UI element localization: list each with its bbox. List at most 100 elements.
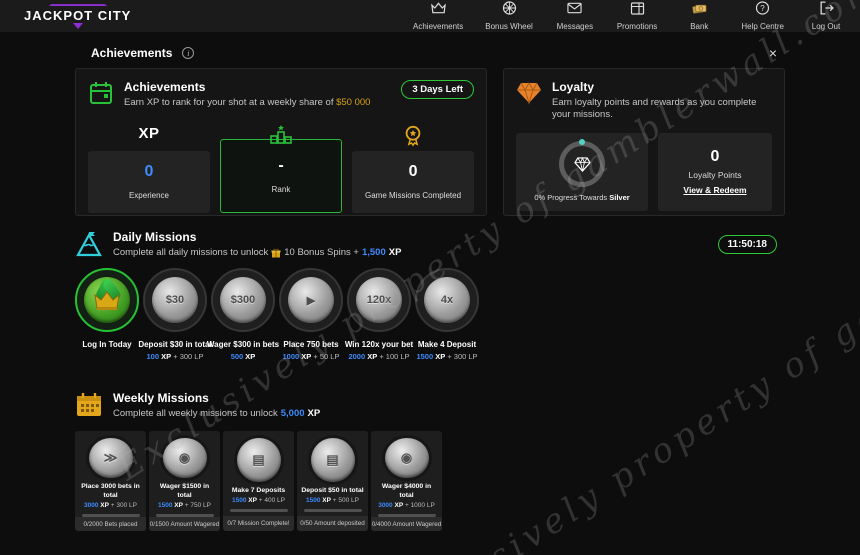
loyalty-progress-ring: [559, 141, 605, 188]
mission-flag-icon: [76, 232, 102, 257]
daily-mission-wager300[interactable]: $300 Wager $300 in bets 500 XP: [207, 268, 279, 361]
close-icon[interactable]: ×: [769, 46, 777, 60]
podium-icon: [270, 124, 292, 144]
loyalty-panel: Loyalty Earn loyalty points and rewards …: [503, 68, 785, 216]
wheel-icon: [502, 1, 517, 20]
mission-badge-locked: ▶: [279, 268, 343, 332]
progress-bar: [303, 509, 362, 513]
rank-value: -: [278, 157, 284, 175]
stats-row: XP 0 Experience - Rank 0 Game Missions C…: [88, 124, 475, 213]
summary-panels: Achievements Earn XP to rank for your sh…: [75, 68, 785, 216]
envelope-icon: [567, 1, 582, 20]
daily-mission-deposit30[interactable]: $30 Deposit $30 in total 100 XP + 300 LP: [138, 268, 212, 361]
mission-progress-text: 0/50 Amount deposited: [297, 516, 368, 531]
mission-emblem-icon: ◉: [384, 438, 429, 479]
experience-label: Experience: [128, 191, 169, 201]
weekly-missions-title: Weekly Missions: [113, 391, 209, 405]
banknotes-icon: [692, 1, 707, 20]
info-icon[interactable]: i: [182, 47, 195, 59]
weekly-missions-subtitle: Complete all weekly missions to unlock 5…: [113, 408, 321, 419]
gift-icon: [271, 248, 281, 257]
mission-progress-text: 0/7 Mission Complete!: [223, 516, 294, 531]
view-redeem-link[interactable]: View & Redeem: [683, 185, 746, 195]
mission-progress-text: 0/1500 Amount Wagered: [149, 517, 220, 531]
nav-achievements[interactable]: Achievements: [413, 1, 463, 31]
jackpotcity-logo[interactable]: JACKPOT CITY: [24, 3, 132, 29]
game-missions-label: Game Missions Completed: [365, 191, 462, 201]
daily-mission-win120x[interactable]: 120x Win 120x your bet 2000 XP + 100 LP: [345, 268, 413, 361]
mission-badge-locked: $300: [211, 268, 275, 332]
rank-label: Rank: [271, 185, 291, 195]
calendar-icon: [630, 1, 645, 20]
weekly-missions-header: Weekly Missions Complete all weekly miss…: [75, 391, 785, 419]
loyalty-points-label: Loyalty Points: [688, 170, 742, 181]
daily-mission-login[interactable]: Log In Today: [73, 268, 141, 361]
diamond-icon: [573, 156, 591, 172]
nav-bank[interactable]: Bank: [679, 1, 719, 31]
top-nav: Achievements Bonus Wheel Messages Promot…: [413, 1, 846, 31]
prize-amount: $50 000: [336, 97, 371, 108]
daily-mission-deposits4[interactable]: 4x Make 4 Deposit 1500 XP + 300 LP: [413, 268, 481, 361]
mission-badge-locked: $30: [143, 268, 207, 332]
weekly-mission-deposit50[interactable]: ▤ Deposit $50 in total 1500 XP + 500 LP …: [297, 431, 368, 531]
daily-timer: 11:50:18: [717, 234, 777, 254]
mission-badge-locked: 4x: [415, 268, 479, 332]
progress-bar: [229, 509, 288, 513]
rank-card: - Rank: [219, 124, 343, 213]
crown-badge-icon: [94, 291, 120, 310]
achievements-panel-subtitle: Earn XP to rank for your shot at a weekl…: [124, 97, 371, 108]
xp-icon: XP: [138, 124, 160, 142]
achievements-page: Achievements i × Achievements Earn XP to…: [0, 32, 860, 531]
daily-missions-header: Daily Missions Complete all daily missio…: [75, 230, 785, 258]
game-missions-value: 0: [408, 163, 418, 181]
loyalty-progress-caption: 0% Progress Towards Silver: [534, 193, 630, 203]
mission-progress-text: 0/4000 Amount Wagered: [371, 517, 442, 531]
loyalty-diamond-icon: [517, 81, 541, 105]
experience-value: 0: [144, 163, 154, 181]
daily-missions-subtitle: Complete all daily missions to unlock 10…: [113, 247, 402, 258]
nav-bonus-wheel[interactable]: Bonus Wheel: [485, 1, 533, 31]
mission-emblem-icon: ◉: [162, 438, 207, 479]
weekly-mission-wager4000[interactable]: ◉ Wager $4000 in total 3000 XP + 1000 LP…: [371, 431, 442, 531]
achievements-panel: Achievements Earn XP to rank for your sh…: [75, 68, 487, 216]
experience-card: XP 0 Experience: [88, 125, 210, 213]
loyalty-points-value: 0: [710, 148, 720, 166]
page-header: Achievements i ×: [91, 46, 785, 60]
mission-emblem-icon: ▤: [310, 438, 355, 482]
weekly-mission-bets[interactable]: ≫ Place 3000 bets in total 3000 XP + 300…: [75, 431, 146, 531]
mission-badge-locked: 120x: [347, 268, 411, 332]
daily-mission-place750[interactable]: ▶ Place 750 bets 1000 XP + 50 LP: [277, 268, 345, 361]
achievements-panel-title: Achievements: [124, 80, 206, 94]
game-missions-card: 0 Game Missions Completed: [352, 125, 475, 213]
svg-text:?: ?: [760, 4, 765, 13]
logo-diamond-top: [47, 3, 108, 8]
medal-icon: [405, 125, 421, 147]
logout-icon: [819, 1, 834, 20]
nav-help-centre[interactable]: ? Help Centre: [741, 1, 784, 31]
mission-emblem-icon: ▤: [236, 438, 281, 482]
daily-missions-row: Log In Today $30 Deposit $30 in total 10…: [73, 268, 785, 361]
logo-text: JACKPOT CITY: [24, 7, 132, 23]
loyalty-panel-subtitle: Earn loyalty points and rewards as you c…: [552, 97, 757, 120]
loyalty-panel-title: Loyalty: [552, 80, 595, 94]
logo-diamond-bottom: [72, 22, 83, 29]
days-left-badge: 3 Days Left: [401, 80, 474, 99]
nav-log-out[interactable]: Log Out: [806, 1, 846, 31]
top-bar: JACKPOT CITY Achievements Bonus Wheel Me…: [0, 0, 860, 32]
crown-icon: [430, 1, 446, 20]
weekly-mission-deposits7[interactable]: ▤ Make 7 Deposits 1500 XP + 400 LP 0/7 M…: [223, 431, 294, 531]
weekly-mission-wager1500[interactable]: ◉ Wager $1500 in total 1500 XP + 750 LP …: [149, 431, 220, 531]
nav-promotions[interactable]: Promotions: [617, 1, 657, 31]
mission-badge-completed: [75, 268, 139, 332]
loyalty-points-card: 0 Loyalty Points View & Redeem: [658, 132, 772, 211]
green-calendar-icon: [90, 82, 112, 104]
mission-emblem-icon: ≫: [88, 438, 133, 479]
mission-progress-text: 0/2000 Bets placed: [75, 517, 146, 531]
gold-calendar-icon: [77, 393, 101, 416]
loyalty-progress-card: 0% Progress Towards Silver: [516, 132, 648, 211]
progress-dot: [579, 139, 585, 146]
question-circle-icon: ?: [755, 1, 770, 20]
page-title: Achievements: [91, 46, 173, 60]
nav-messages[interactable]: Messages: [555, 1, 595, 31]
daily-missions-title: Daily Missions: [113, 230, 197, 244]
